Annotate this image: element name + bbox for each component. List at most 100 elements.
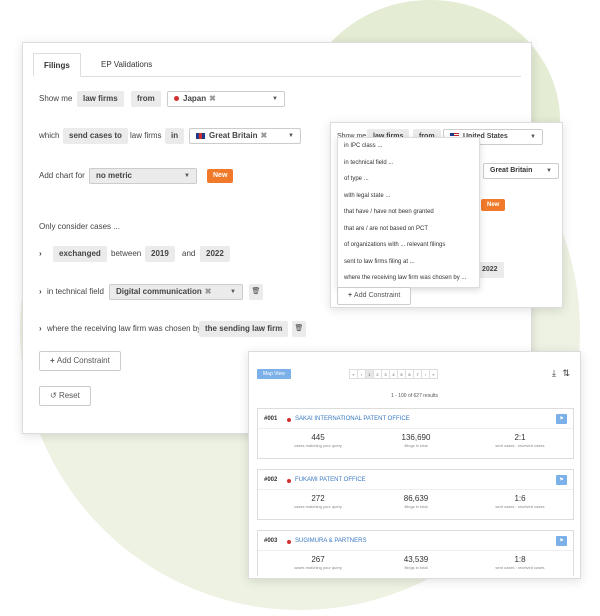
japan-flag-icon — [174, 96, 179, 102]
expand-arrow-icon[interactable]: › — [39, 246, 42, 262]
chosen-by-chip[interactable]: the sending law firm — [199, 321, 289, 337]
expand-arrow-icon[interactable]: › — [39, 284, 42, 300]
result-card[interactable]: #002 FUKAMI PATENT OFFICE ⚑ 272 cases mat… — [257, 469, 574, 520]
matching-label: cases matching your query — [294, 504, 342, 509]
metric-select[interactable]: no metric ▼ — [89, 168, 197, 184]
download-icon[interactable]: ⤓ — [552, 368, 556, 378]
entity-chip[interactable]: law firms — [77, 91, 124, 107]
result-card[interactable]: #003 SUGIMURA & PARTNERS ⚑ 267 cases matc… — [257, 530, 574, 576]
country-value: Great Britain — [490, 167, 533, 174]
constraint-options-list: in IPC class ... in technical field ... … — [337, 137, 480, 288]
matching-stat: 272 cases matching your query — [268, 494, 368, 509]
filings-value: 43,539 — [403, 555, 429, 564]
results-panel: Map View « ‹ 1 2 3 4 5 6 7 › » ⤓ ⇅ 1 - 1… — [248, 351, 581, 579]
caret-down-icon: ▼ — [546, 168, 552, 174]
law-firms-label: law firms — [130, 131, 162, 140]
ratio-label: sent cases : received cases — [495, 504, 545, 509]
ratio-value: 2:1 — [514, 433, 526, 442]
country-select-gb[interactable]: Great Britain ▼ — [483, 163, 559, 179]
caret-down-icon: ▼ — [530, 134, 536, 140]
tab-bar: Filings EP Validations — [33, 53, 521, 77]
field-value: Digital communication — [116, 287, 202, 296]
filings-value: 86,639 — [403, 494, 429, 503]
country-select-gb[interactable]: Great Britain ✖ ▼ — [189, 128, 301, 144]
action-chip[interactable]: send cases to — [63, 128, 128, 144]
map-view-button[interactable]: Map View — [257, 369, 291, 379]
which-label: which — [39, 131, 60, 140]
ratio-label: sent cases : received cases — [495, 443, 545, 448]
card-divider — [258, 489, 573, 490]
option-chosen-by[interactable]: where the receiving law firm was chosen … — [338, 270, 479, 287]
result-card[interactable]: #001 SAKAI INTERNATIONAL PATENT OFFICE ⚑… — [257, 408, 574, 459]
option-pct[interactable]: that are / are not based on PCT — [338, 221, 479, 238]
caret-down-icon: ▼ — [288, 133, 294, 139]
and-label: and — [182, 249, 196, 258]
matching-value: 445 — [311, 433, 325, 442]
flag-badge-icon[interactable]: ⚑ — [556, 536, 567, 546]
trash-icon[interactable]: 🗑 — [249, 284, 263, 300]
result-rank: #003 — [264, 538, 278, 544]
in-chip[interactable]: in — [165, 128, 185, 144]
matching-value: 272 — [311, 494, 325, 503]
year-from-chip[interactable]: 2019 — [145, 246, 175, 262]
country-select-japan[interactable]: Japan ✖ ▼ — [167, 91, 285, 107]
ratio-value: 1:6 — [514, 494, 526, 503]
new-badge[interactable]: New — [481, 199, 506, 211]
option-legal-state[interactable]: with legal state ... — [338, 188, 479, 205]
option-granted[interactable]: that have / have not been granted — [338, 204, 479, 221]
tab-filings[interactable]: Filings — [33, 53, 81, 77]
add-constraint-button[interactable]: + Add Constraint — [337, 287, 412, 305]
option-type[interactable]: of type ... — [338, 171, 479, 188]
caret-down-icon: ▼ — [184, 173, 190, 179]
page-last[interactable]: » — [429, 369, 438, 379]
technical-field-select[interactable]: Digital communication ✖ ▼ — [109, 284, 243, 300]
filings-stat: 136,690 filings in total — [366, 433, 466, 448]
ratio-stat: 1:6 sent cases : received cases — [470, 494, 570, 509]
japan-flag-icon — [287, 418, 291, 422]
ratio-value: 1:8 — [514, 555, 526, 564]
option-sent-to-law-firms[interactable]: sent to law firms filing at ... — [338, 254, 479, 271]
remove-icon[interactable]: ✖ — [205, 287, 212, 296]
matching-label: cases matching your query — [294, 443, 342, 448]
add-constraint-button[interactable]: + Add Constraint — [39, 351, 121, 371]
remove-icon[interactable]: ✖ — [209, 94, 216, 103]
filings-label: filings in total — [404, 565, 428, 570]
country-value: Great Britain — [209, 131, 258, 140]
remove-icon[interactable]: ✖ — [260, 131, 267, 140]
from-chip[interactable]: from — [131, 91, 161, 107]
chosen-by-label: where the receiving law firm was chosen … — [47, 324, 202, 333]
year-chip[interactable]: 2022 — [476, 262, 504, 278]
new-badge[interactable]: New — [207, 169, 234, 183]
japan-flag-icon — [287, 479, 291, 483]
option-ipc-class[interactable]: in IPC class ... — [338, 138, 479, 155]
trash-icon[interactable]: 🗑 — [292, 321, 306, 337]
matching-stat: 267 cases matching your query — [268, 555, 368, 570]
tab-ep-validations[interactable]: EP Validations — [91, 53, 162, 77]
sort-icon[interactable]: ⇅ — [562, 368, 570, 378]
flag-badge-icon[interactable]: ⚑ — [556, 475, 567, 485]
filings-value: 136,690 — [401, 433, 431, 442]
filings-label: filings in total — [404, 443, 428, 448]
law-firm-name[interactable]: FUKAMI PATENT OFFICE — [295, 477, 366, 483]
matching-stat: 445 cases matching your query — [268, 433, 368, 448]
results-count: 1 - 100 of 627 results — [391, 393, 438, 399]
only-consider-label: Only consider cases ... — [39, 222, 120, 231]
result-rank: #001 — [264, 416, 278, 422]
result-tools: ⤓ ⇅ — [552, 368, 570, 379]
status-chip[interactable]: exchanged — [53, 246, 107, 262]
filings-stat: 43,539 filings in total — [366, 555, 466, 570]
add-constraint-label: Add Constraint — [56, 356, 110, 365]
option-relevant-filings[interactable]: of organizations with ... relevant filin… — [338, 237, 479, 254]
reset-button[interactable]: ↺ Reset — [39, 386, 91, 406]
ratio-stat: 1:8 sent cases : received cases — [470, 555, 570, 570]
ratio-label: sent cases : received cases — [495, 565, 545, 570]
reset-icon: ↺ — [50, 391, 59, 400]
flag-badge-icon[interactable]: ⚑ — [556, 414, 567, 424]
show-me-label: Show me — [39, 94, 73, 103]
law-firm-name[interactable]: SAKAI INTERNATIONAL PATENT OFFICE — [295, 416, 410, 422]
expand-arrow-icon[interactable]: › — [39, 321, 42, 337]
year-to-chip[interactable]: 2022 — [200, 246, 230, 262]
law-firm-name[interactable]: SUGIMURA & PARTNERS — [295, 538, 366, 544]
card-divider — [258, 550, 573, 551]
option-technical-field[interactable]: in technical field ... — [338, 155, 479, 172]
